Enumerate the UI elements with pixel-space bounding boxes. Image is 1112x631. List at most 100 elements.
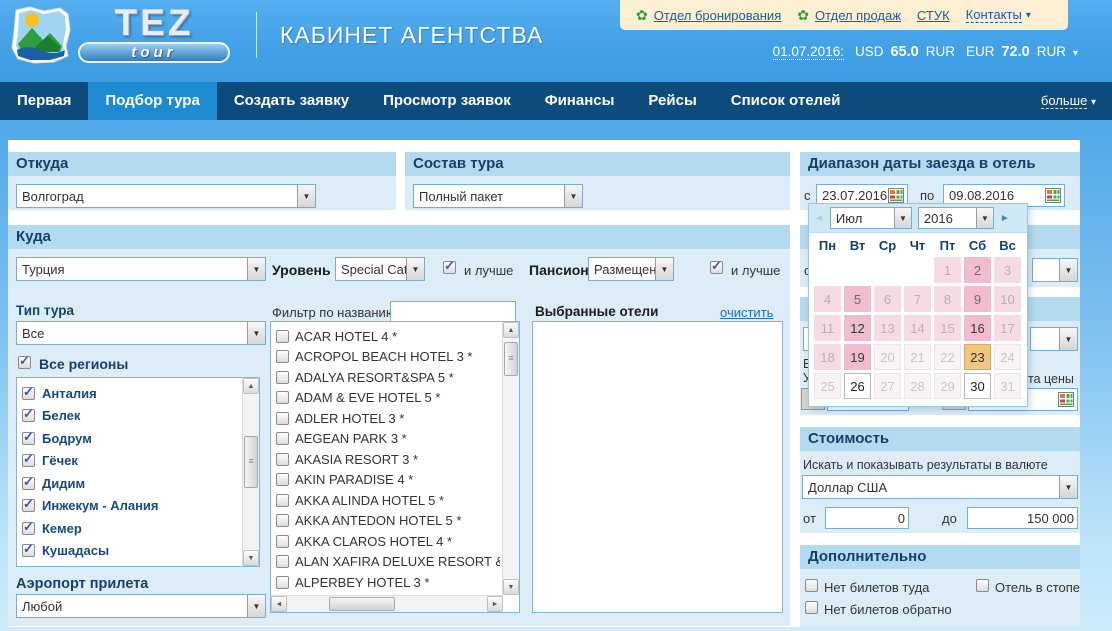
nav-item-home[interactable]: Первая [0, 82, 88, 120]
hotel-item[interactable]: ALAN XAFIRA DELUXE RESORT & SPA [276, 552, 500, 573]
level-and-better-checkbox[interactable]: ✓ [443, 261, 456, 274]
hotel-item[interactable]: AKASIA RESORT 3 * [276, 449, 500, 470]
pansion-select[interactable]: Размещени ▼ [588, 257, 674, 281]
region-item[interactable]: ✓Дидим [22, 472, 240, 495]
calendar-icon[interactable] [1058, 392, 1074, 407]
calendar-day[interactable]: 13 [874, 315, 901, 341]
calendar-day[interactable]: 7 [904, 286, 931, 312]
rates-chevron-down-icon[interactable]: ▾ [1073, 48, 1078, 59]
hotel-checkbox[interactable] [276, 535, 289, 548]
scrollbar-thumb[interactable] [329, 597, 395, 611]
hotel-checkbox[interactable] [276, 350, 289, 363]
calendar-day[interactable]: 20 [874, 344, 901, 370]
nav-item-finances[interactable]: Финансы [528, 82, 632, 120]
currency-select[interactable]: Доллар США ▼ [802, 475, 1078, 499]
rates-date[interactable]: 01.07.2016: [773, 44, 844, 60]
calendar-day-selected[interactable]: 23 [964, 344, 991, 370]
hotel-item[interactable]: AKIN PARADISE 4 * [276, 470, 500, 491]
scroll-left-button[interactable]: ◄ [271, 596, 287, 612]
hotel-filter-input[interactable] [390, 301, 516, 323]
calendar-day[interactable]: 19 [844, 344, 871, 370]
calendar-day[interactable]: 29 [934, 373, 961, 399]
nav-more-menu[interactable]: больше ▾ [1041, 82, 1096, 121]
scroll-up-button[interactable]: ▲ [503, 322, 519, 338]
hotels-horizontal-scrollbar[interactable]: ◄ ► [271, 595, 503, 612]
stuk-link[interactable]: СТУК [917, 8, 950, 23]
region-item[interactable]: ✓Инжекум - Алания [22, 495, 240, 518]
region-item[interactable]: ✓Бодрум [22, 427, 240, 450]
calendar-day[interactable]: 3 [994, 257, 1021, 283]
hotel-item[interactable]: AKKA ALINDA HOTEL 5 * [276, 490, 500, 511]
previous-month-button[interactable]: ◄ [814, 213, 824, 224]
calendar-day[interactable]: 11 [814, 315, 841, 341]
calendar-day[interactable]: 18 [814, 344, 841, 370]
calendar-day[interactable]: 26 [844, 373, 871, 399]
scrollbar-thumb[interactable]: ≡ [504, 342, 518, 376]
nav-item-view-orders[interactable]: Просмотр заявок [366, 82, 528, 120]
nav-item-create-order[interactable]: Создать заявку [217, 82, 366, 120]
calendar-icon[interactable] [888, 188, 904, 203]
booking-department-link[interactable]: Отдел бронирования [654, 8, 782, 23]
calendar-day[interactable]: 25 [814, 373, 841, 399]
calendar-day[interactable]: 9 [964, 286, 991, 312]
no-tickets-to-checkbox[interactable] [805, 579, 818, 592]
clear-selected-hotels-link[interactable]: очистить [720, 305, 773, 320]
region-item-partial[interactable] [22, 562, 240, 567]
region-item[interactable]: ✓Кемер [22, 517, 240, 540]
hotel-item[interactable]: ACROPOL BEACH HOTEL 3 * [276, 347, 500, 368]
level-select[interactable]: Special Cat. ▼ [335, 257, 425, 281]
hotel-checkbox[interactable] [276, 514, 289, 527]
calendar-day[interactable]: 12 [844, 315, 871, 341]
calendar-day[interactable]: 21 [904, 344, 931, 370]
hotel-stop-checkbox[interactable] [976, 579, 989, 592]
price-from-input[interactable]: 0 [825, 507, 909, 529]
hotel-checkbox[interactable] [276, 576, 289, 589]
hotel-checkbox[interactable] [276, 494, 289, 507]
hotel-item[interactable]: ADAM & EVE HOTEL 5 * [276, 388, 500, 409]
calendar-day[interactable]: 24 [994, 344, 1021, 370]
region-checkbox[interactable]: ✓ [22, 409, 35, 422]
next-month-button[interactable]: ► [1000, 213, 1010, 224]
calendar-day[interactable]: 16 [964, 315, 991, 341]
scroll-down-button[interactable]: ▼ [503, 579, 519, 595]
region-item[interactable]: ✓Кушадасы [22, 540, 240, 563]
calendar-day[interactable]: 22 [934, 344, 961, 370]
children-select[interactable]: ▼ [1030, 327, 1078, 351]
calendar-day[interactable]: 17 [994, 315, 1021, 341]
selected-hotels-box[interactable] [532, 321, 783, 613]
calendar-day[interactable]: 5 [844, 286, 871, 312]
region-item[interactable]: ✓Белек [22, 405, 240, 428]
calendar-day[interactable]: 15 [934, 315, 961, 341]
from-city-select[interactable]: Волгоград ▼ [16, 184, 316, 208]
contacts-menu[interactable]: Контакты [966, 7, 1022, 23]
region-checkbox[interactable]: ✓ [22, 477, 35, 490]
scrollbar-thumb[interactable]: ≡ [244, 436, 258, 488]
hotel-checkbox[interactable] [276, 412, 289, 425]
hotel-item[interactable]: ACAR HOTEL 4 * [276, 326, 500, 347]
region-checkbox[interactable]: ✓ [22, 499, 35, 512]
calendar-day[interactable]: 6 [874, 286, 901, 312]
hotel-item[interactable]: AEGEAN PARK 3 * [276, 429, 500, 450]
region-checkbox[interactable]: ✓ [22, 387, 35, 400]
hotel-checkbox[interactable] [276, 473, 289, 486]
hotel-checkbox[interactable] [276, 432, 289, 445]
region-checkbox[interactable]: ✓ [22, 454, 35, 467]
nav-item-tour-search[interactable]: Подбор тура [88, 82, 216, 120]
region-item[interactable]: ✓Анталия [22, 382, 240, 405]
nav-item-flights[interactable]: Рейсы [631, 82, 713, 120]
nights-to-select[interactable]: ▼ [1032, 258, 1078, 282]
all-regions-checkbox[interactable]: ✓ [18, 356, 31, 369]
calendar-day[interactable]: 28 [904, 373, 931, 399]
region-checkbox[interactable]: ✓ [22, 544, 35, 557]
hotel-checkbox[interactable] [276, 453, 289, 466]
calendar-day[interactable]: 4 [814, 286, 841, 312]
nav-item-hotel-list[interactable]: Список отелей [714, 82, 858, 120]
arrival-airport-select[interactable]: Любой ▼ [16, 594, 266, 618]
hotel-item[interactable]: AKKA CLAROS HOTEL 4 * [276, 531, 500, 552]
hotels-vertical-scrollbar[interactable]: ▲ ▼ ≡ [502, 322, 519, 595]
calendar-day[interactable]: 31 [994, 373, 1021, 399]
year-select[interactable]: 2016 ▼ [918, 207, 994, 229]
scroll-down-button[interactable]: ▼ [243, 550, 259, 566]
hotel-checkbox[interactable] [276, 391, 289, 404]
destination-select[interactable]: Турция ▼ [16, 257, 266, 281]
